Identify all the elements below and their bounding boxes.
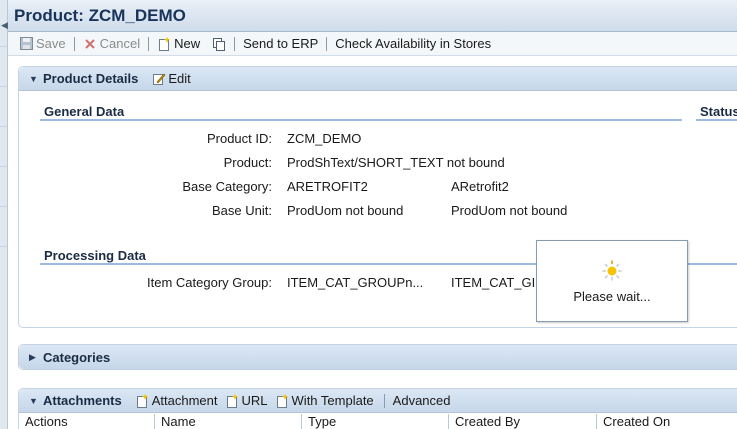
cancel-icon [83, 37, 97, 51]
base-unit-value: ProdUom not bound [287, 203, 404, 218]
expand-triangle-icon[interactable]: ▼ [29, 396, 39, 406]
loading-spinner-icon [601, 259, 623, 281]
edit-icon [152, 72, 166, 86]
base-unit-label: Base Unit: [212, 203, 272, 218]
item-category-group-description: ITEM_CAT_GI [451, 275, 536, 290]
toolbar-separator [326, 36, 328, 51]
left-navigation-strip: ◀ [0, 0, 8, 429]
new-document-icon [226, 393, 240, 408]
strip-divider [0, 206, 8, 207]
column-header-type[interactable]: Type [301, 414, 448, 429]
advanced-button[interactable]: Advanced [393, 393, 451, 408]
collapsed-triangle-icon[interactable]: ▶ [29, 352, 39, 363]
column-header-name[interactable]: Name [154, 414, 301, 429]
toolbar: Save Cancel New Send to ERP Check Availa… [8, 32, 737, 56]
please-wait-dialog: Please wait... [536, 240, 688, 322]
page-title: Product: ZCM_DEMO [14, 6, 186, 25]
new-label: New [174, 36, 201, 51]
categories-header[interactable]: ▶ Categories [19, 345, 737, 369]
attachment-label: Attachment [151, 393, 218, 408]
toolbar-separator [234, 36, 236, 51]
base-unit-description: ProdUom not bound [451, 203, 568, 218]
advanced-label: Advanced [392, 393, 451, 408]
item-category-group-label: Item Category Group: [147, 275, 272, 290]
collapse-arrow-icon[interactable]: ◀ [1, 20, 8, 31]
product-details-title: Product Details [43, 71, 139, 86]
base-category-label: Base Category: [182, 179, 272, 194]
title-bar: Product: ZCM_DEMO [8, 0, 737, 32]
header-separator [383, 393, 385, 408]
new-document-icon [136, 393, 150, 408]
attachments-title: Attachments [43, 393, 122, 408]
add-url-button[interactable]: URL [226, 393, 268, 408]
product-id-label: Product ID: [206, 131, 272, 146]
toolbar-separator [148, 36, 150, 51]
categories-title: Categories [43, 349, 111, 365]
processing-data-title: Processing Data [44, 248, 146, 263]
save-button[interactable]: Save [16, 34, 69, 54]
check-availability-label: Check Availability in Stores [335, 36, 492, 51]
product-id-value: ZCM_DEMO [287, 131, 362, 146]
product-label: Product: [223, 155, 272, 170]
general-data-title: General Data [44, 104, 125, 119]
strip-divider [0, 166, 8, 167]
new-document-icon [157, 36, 171, 51]
base-category-description: ARetrofit2 [451, 179, 509, 194]
please-wait-text: Please wait... [573, 289, 651, 304]
edit-label: Edit [168, 71, 191, 86]
save-icon [19, 37, 33, 51]
save-label: Save [36, 36, 66, 51]
new-document-icon [276, 393, 290, 408]
cancel-label: Cancel [99, 36, 141, 51]
url-label: URL [241, 393, 268, 408]
item-category-group-value: ITEM_CAT_GROUPn... [287, 275, 424, 290]
with-template-button[interactable]: With Template [276, 393, 374, 408]
new-button[interactable]: New [154, 34, 203, 54]
toolbar-separator [73, 36, 75, 51]
column-header-created-by[interactable]: Created By [448, 414, 596, 429]
status-divider [696, 119, 737, 121]
expand-triangle-icon[interactable]: ▼ [29, 74, 39, 84]
product-details-header: ▼ Product Details Edit [19, 67, 737, 91]
strip-divider [0, 126, 8, 127]
cancel-button[interactable]: Cancel [80, 34, 143, 54]
product-value: ProdShText/SHORT_TEXT not bound [287, 155, 505, 170]
attachments-header: ▼ Attachments Attachment URL With Templa… [19, 389, 737, 413]
general-data-divider [40, 119, 682, 121]
add-attachment-button[interactable]: Attachment [136, 393, 218, 408]
send-to-erp-button[interactable]: Send to ERP [240, 34, 321, 54]
strip-divider [0, 246, 8, 247]
strip-divider [0, 86, 8, 87]
edit-button[interactable]: Edit [152, 71, 191, 86]
base-category-value: ARETROFIT2 [287, 179, 368, 194]
column-header-actions[interactable]: Actions [19, 414, 154, 429]
strip-divider [0, 46, 8, 47]
categories-panel: ▶ Categories [18, 344, 737, 370]
copy-button[interactable] [209, 34, 229, 54]
with-template-label: With Template [291, 393, 374, 408]
column-header-created-on[interactable]: Created On [596, 414, 737, 429]
send-to-erp-label: Send to ERP [243, 36, 319, 51]
copy-icon [212, 37, 226, 51]
status-title: Status [700, 104, 737, 119]
check-availability-button[interactable]: Check Availability in Stores [332, 34, 494, 54]
